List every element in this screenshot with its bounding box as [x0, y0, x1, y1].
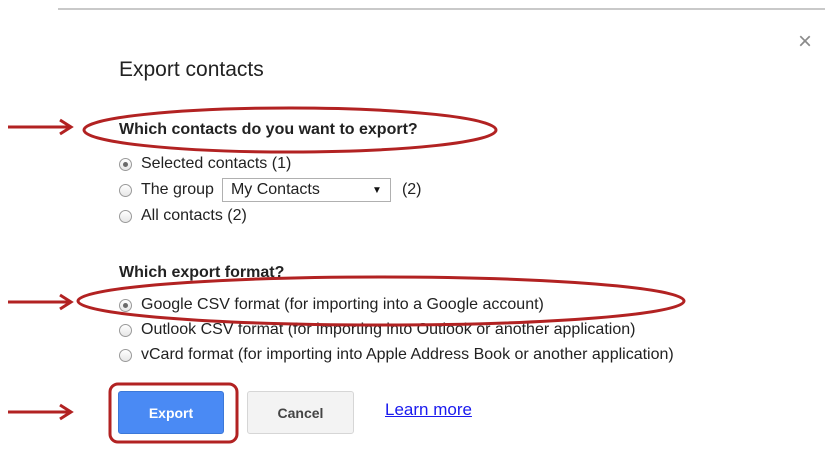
export-button[interactable]: Export	[118, 391, 224, 434]
radio-google-csv-label: Google CSV format (for importing into a …	[141, 296, 544, 313]
learn-more-link[interactable]: Learn more	[385, 400, 472, 420]
radio-vcard-button[interactable]	[119, 348, 132, 362]
arrow-right-icon	[8, 403, 74, 421]
arrow-right-icon	[8, 118, 74, 136]
radio-google-csv[interactable]: Google CSV format (for importing into a …	[119, 293, 544, 317]
close-icon[interactable]: ×	[794, 30, 816, 54]
radio-outlook-csv[interactable]: Outlook CSV format (for importing into O…	[119, 318, 635, 342]
radio-selected-contacts[interactable]: Selected contacts (1)	[119, 152, 291, 176]
radio-vcard[interactable]: vCard format (for importing into Apple A…	[119, 343, 674, 367]
top-divider	[58, 8, 825, 10]
dialog-title: Export contacts	[119, 58, 264, 81]
group-select[interactable]: My Contacts ▼	[221, 178, 391, 202]
format-question-heading: Which export format?	[119, 264, 285, 281]
radio-selected-contacts-button[interactable]	[119, 157, 132, 171]
cancel-button[interactable]: Cancel	[247, 391, 354, 434]
contacts-question-heading: Which contacts do you want to export?	[119, 121, 418, 138]
radio-all-contacts-button[interactable]	[119, 209, 132, 223]
radio-selected-contacts-label: Selected contacts (1)	[141, 155, 292, 172]
radio-vcard-label: vCard format (for importing into Apple A…	[141, 346, 674, 363]
arrow-right-icon	[8, 293, 74, 311]
radio-google-csv-button[interactable]	[119, 298, 132, 312]
radio-all-contacts-label: All contacts (2)	[141, 207, 247, 224]
radio-the-group[interactable]: The group My Contacts ▼ (2)	[119, 178, 422, 202]
group-select-value: My Contacts	[230, 181, 320, 198]
radio-all-contacts[interactable]: All contacts (2)	[119, 204, 247, 228]
dropdown-caret-icon: ▼	[372, 184, 382, 196]
radio-outlook-csv-button[interactable]	[119, 323, 132, 337]
radio-the-group-button[interactable]	[119, 183, 132, 197]
group-count: (2)	[401, 181, 422, 198]
radio-the-group-label: The group	[141, 181, 214, 198]
radio-outlook-csv-label: Outlook CSV format (for importing into O…	[141, 321, 636, 338]
